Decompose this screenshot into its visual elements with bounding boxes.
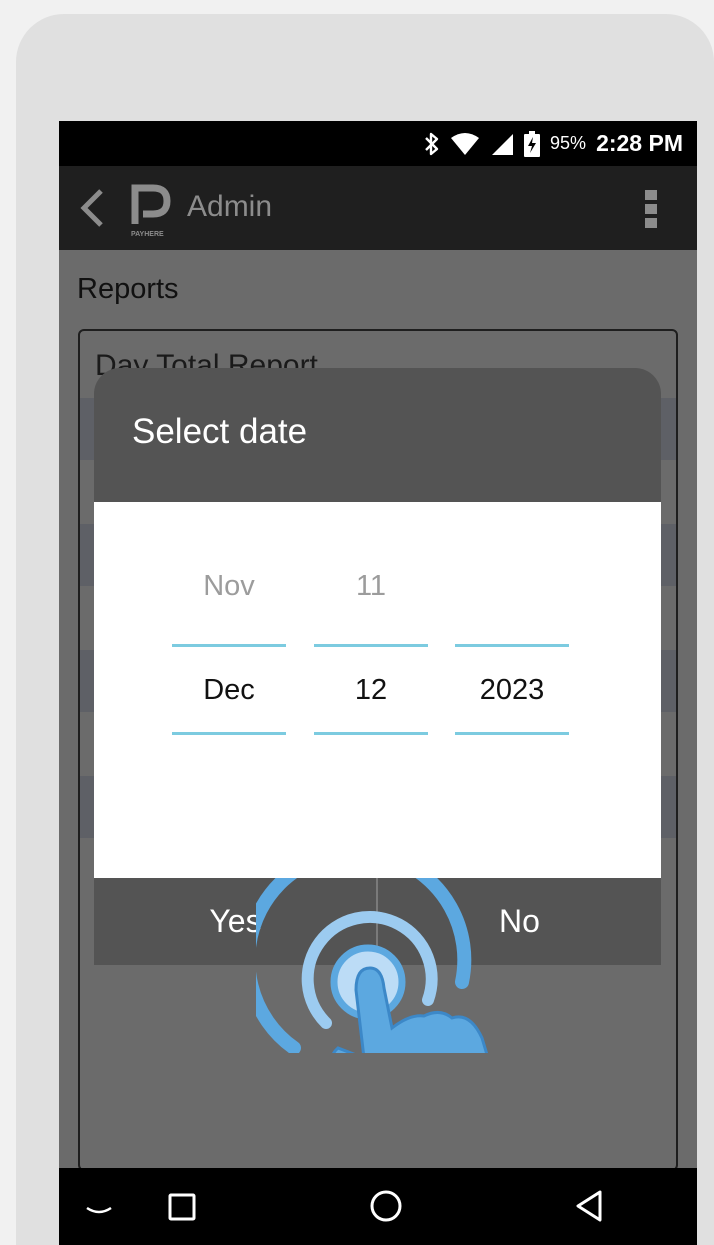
dialog-title: Select date xyxy=(132,412,308,451)
clock: 2:28 PM xyxy=(596,130,683,156)
day-current[interactable]: 12 xyxy=(314,674,428,707)
dialog-body: Nov Dec 11 12 2023 xyxy=(94,502,661,878)
battery-percent: 95% xyxy=(550,133,587,153)
overflow-menu-icon[interactable] xyxy=(645,190,657,228)
day-previous[interactable]: 11 xyxy=(314,570,428,603)
battery-charging-icon xyxy=(524,130,541,157)
day-bottom-divider xyxy=(314,732,428,735)
navigation-bar xyxy=(59,1168,697,1245)
year-bottom-divider xyxy=(455,732,569,735)
month-current[interactable]: Dec xyxy=(172,674,286,707)
month-picker[interactable]: Nov Dec xyxy=(172,502,286,878)
app-bar: PAYHERE Admin xyxy=(59,166,697,250)
tap-gesture-hand-icon xyxy=(256,878,489,1053)
back-icon[interactable] xyxy=(79,188,105,228)
day-top-divider xyxy=(314,644,428,647)
wifi-icon xyxy=(451,132,480,155)
app-title: Admin xyxy=(187,190,273,223)
year-current[interactable]: 2023 xyxy=(455,674,569,707)
date-picker-dialog: Select date Nov Dec 11 12 2023 Yes No xyxy=(94,368,661,965)
payhere-logo: PAYHERE xyxy=(129,182,177,243)
month-previous[interactable]: Nov xyxy=(172,570,286,603)
year-picker[interactable]: 2023 xyxy=(455,502,569,878)
keyboard-hide-icon[interactable] xyxy=(81,1168,117,1245)
dialog-header: Select date xyxy=(94,368,661,502)
logo-text: PAYHERE xyxy=(131,231,164,238)
section-title: Reports xyxy=(77,273,179,305)
status-bar: 95% 2:28 PM xyxy=(59,121,697,166)
month-bottom-divider xyxy=(172,732,286,735)
recents-icon[interactable] xyxy=(167,1168,199,1245)
home-icon[interactable] xyxy=(368,1168,404,1245)
year-top-divider xyxy=(455,644,569,647)
back-triangle-icon[interactable] xyxy=(573,1168,605,1245)
month-top-divider xyxy=(172,644,286,647)
signal-icon xyxy=(492,133,514,155)
phone-screen: 95% 2:28 PM PAYHERE Admin Reports Day To… xyxy=(59,121,697,1245)
bluetooth-icon xyxy=(425,132,439,155)
day-picker[interactable]: 11 12 xyxy=(314,502,428,878)
